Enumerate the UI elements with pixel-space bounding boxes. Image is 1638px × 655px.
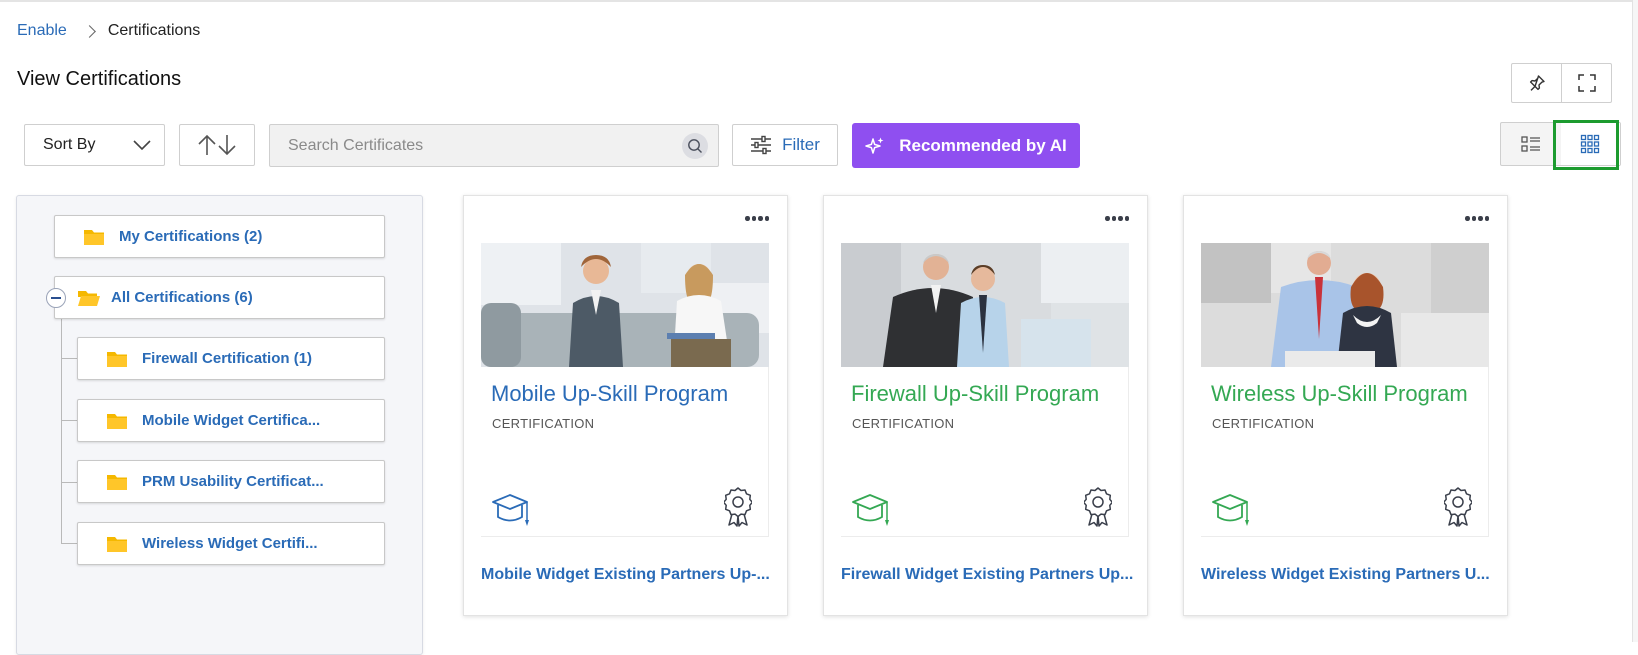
card-footer-link[interactable]: Wireless Widget Existing Partners U... [1201,566,1501,584]
more-options-icon[interactable] [745,216,769,221]
minus-icon [51,297,61,299]
card-footer-link[interactable]: Firewall Widget Existing Partners Up... [841,566,1141,584]
scrollbar[interactable] [1632,0,1638,642]
fullscreen-icon [1577,74,1596,92]
tree-item-all-certifications[interactable]: All Certifications (6) [54,276,385,319]
folder-icon [107,413,127,429]
tree-connector [61,482,77,483]
page-title: View Certifications [17,68,182,90]
card-image [841,243,1129,367]
card-footer-link[interactable]: Mobile Widget Existing Partners Up-... [481,566,781,584]
tree-item-label: My Certifications (2) [119,228,263,245]
tree-item-mobile-widget[interactable]: Mobile Widget Certifica... [77,399,385,442]
card-body: Wireless Up-Skill Program CERTIFICATION [1201,367,1489,537]
sort-order-button[interactable] [179,124,255,166]
tree-connector [61,358,77,359]
card-type: CERTIFICATION [1212,416,1315,431]
award-badge-icon [1084,487,1112,527]
tree-connector [61,308,62,544]
card-type: CERTIFICATION [852,416,955,431]
breadcrumb: Enable Certifications [17,22,200,40]
sparkle-icon [865,137,884,154]
filter-sliders-icon [751,135,772,155]
sort-by-select[interactable]: Sort By [24,124,165,166]
tree-connector [61,543,77,544]
folder-icon [107,536,127,552]
tree-item-label: PRM Usability Certificat... [142,473,324,490]
graduation-cap-icon [1212,494,1249,526]
sort-order-icon [198,134,236,156]
folder-icon [107,474,127,490]
tree-item-label: All Certifications (6) [111,289,253,306]
card-image [1201,243,1489,367]
grid-view-highlight [1553,120,1619,170]
tree-connector [61,420,77,421]
graduation-cap-icon [852,494,889,526]
page-actions [1511,63,1612,103]
tree-item-wireless-widget[interactable]: Wireless Widget Certifi... [77,522,385,565]
folder-open-icon [78,290,100,306]
card-image [481,243,769,367]
card-body: Mobile Up-Skill Program CERTIFICATION [481,367,769,537]
top-border [0,0,1638,2]
filter-button[interactable]: Filter [732,124,838,166]
tree-item-label: Mobile Widget Certifica... [142,412,321,429]
recommended-by-ai-button[interactable]: Recommended by AI [852,123,1080,168]
tree-item-prm-usability[interactable]: PRM Usability Certificat... [77,460,385,503]
tree-item-my-certifications[interactable]: My Certifications (2) [54,215,385,258]
chevron-down-icon [133,140,151,151]
folder-icon [84,229,104,245]
search-input[interactable] [288,136,682,155]
pin-icon [1529,75,1545,91]
search-button[interactable] [682,132,708,159]
more-options-icon[interactable] [1105,216,1129,221]
card-title[interactable]: Firewall Up-Skill Program [851,381,1099,407]
filter-label: Filter [782,135,820,154]
breadcrumb-current: Certifications [107,22,201,39]
card-body: Firewall Up-Skill Program CERTIFICATION [841,367,1129,537]
card-title[interactable]: Wireless Up-Skill Program [1211,381,1468,407]
chevron-right-icon [82,24,96,38]
tree-item-label: Firewall Certification (1) [142,350,313,367]
collapse-toggle[interactable] [46,288,66,308]
ai-label: Recommended by AI [899,135,1067,155]
fullscreen-button[interactable] [1561,64,1611,102]
tree-item-label: Wireless Widget Certifi... [142,535,318,552]
graduation-cap-icon [492,494,529,526]
pin-button[interactable] [1512,64,1561,102]
sort-by-label: Sort By [43,136,96,153]
more-options-icon[interactable] [1465,216,1489,221]
search-field [269,124,719,167]
card-title[interactable]: Mobile Up-Skill Program [491,381,728,407]
list-view-icon [1521,136,1540,152]
card-type: CERTIFICATION [492,416,595,431]
folder-icon [107,351,127,367]
certification-card[interactable]: Firewall Up-Skill Program CERTIFICATION … [823,195,1148,616]
search-icon [688,138,702,153]
breadcrumb-enable-link[interactable]: Enable [17,22,67,40]
certification-card[interactable]: Mobile Up-Skill Program CERTIFICATION Mo… [463,195,788,616]
certification-card[interactable]: Wireless Up-Skill Program CERTIFICATION … [1183,195,1508,616]
tree-item-firewall[interactable]: Firewall Certification (1) [77,337,385,380]
list-view-button[interactable] [1501,123,1561,165]
award-badge-icon [1444,487,1472,527]
award-badge-icon [724,487,752,527]
